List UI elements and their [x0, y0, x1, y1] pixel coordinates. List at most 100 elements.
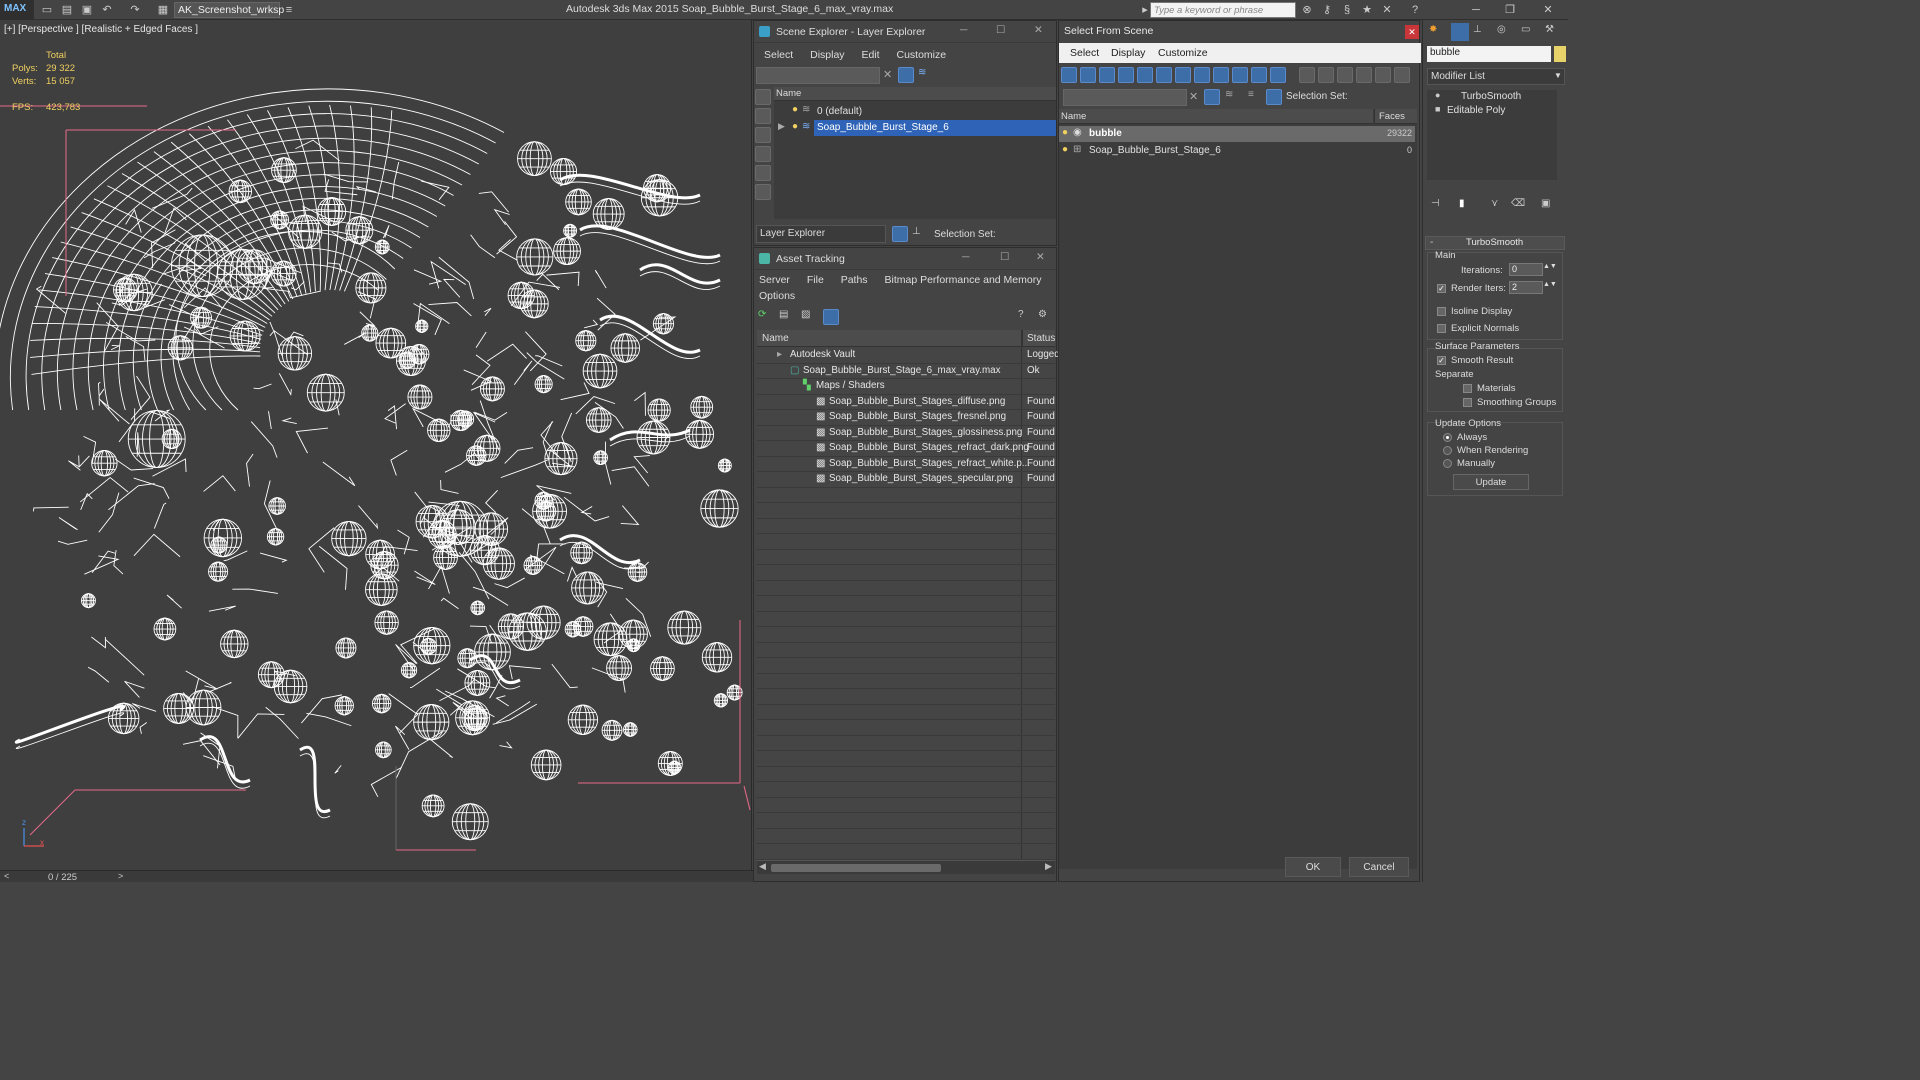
menu-customize[interactable]: Customize — [1158, 47, 1208, 59]
scene-search-input[interactable] — [756, 67, 880, 84]
scroll-right-icon[interactable]: ▶ — [1045, 861, 1052, 872]
light-bulb-icon[interactable]: ● — [792, 121, 798, 132]
remove-modifier-icon[interactable]: ⌫ — [1511, 198, 1525, 209]
close-icon[interactable]: ✕ — [1538, 2, 1558, 18]
filter-icon[interactable] — [1204, 89, 1220, 105]
sfs-search-input[interactable] — [1063, 89, 1187, 106]
help-icon[interactable]: ? — [1018, 309, 1034, 325]
stack-item[interactable]: ■ Editable Poly — [1427, 104, 1557, 118]
display-helpers-icon[interactable] — [755, 184, 771, 200]
menu-file[interactable]: File — [807, 274, 824, 286]
maximize-icon[interactable]: ☐ — [996, 24, 1005, 36]
help-icon[interactable]: ? — [1408, 3, 1422, 17]
display-cameras-icon[interactable] — [755, 165, 771, 181]
menu-display[interactable]: Display — [810, 49, 844, 61]
filter-none-icon[interactable] — [1318, 67, 1334, 83]
perspective-viewport[interactable]: [+] [Perspective ] [Realistic + Edged Fa… — [0, 20, 752, 870]
asset-col-name[interactable]: Name — [757, 330, 1055, 347]
filter-collapse-icon[interactable] — [1394, 67, 1410, 83]
iterations-spinner[interactable]: 0 — [1509, 263, 1543, 276]
filter-hierarchy-icon[interactable] — [1375, 67, 1391, 83]
display-lights-icon[interactable] — [755, 146, 771, 162]
object-row[interactable]: ● ⊞ Soap_Bubble_Burst_Stage_6 0 — [1059, 143, 1415, 159]
new-file-icon[interactable]: ▭ — [40, 3, 54, 17]
asset-tracking-titlebar[interactable]: Asset Tracking ─ ☐ ✕ — [754, 248, 1056, 270]
menu-options[interactable]: Options — [759, 290, 795, 302]
thumbnail-view-icon[interactable]: ▨ — [801, 309, 817, 325]
filter-display-all-icon[interactable] — [1299, 67, 1315, 83]
filter-geometry-icon[interactable] — [1061, 67, 1077, 83]
menu-select[interactable]: Select — [1070, 47, 1099, 59]
filter-containers-icon[interactable] — [1232, 67, 1248, 83]
asset-row[interactable]: ▩ Soap_Bubble_Burst_Stages_glossiness.png… — [757, 426, 1055, 441]
clear-search-icon[interactable]: ✕ — [1189, 90, 1198, 103]
filter-spacewarps-icon[interactable] — [1156, 67, 1172, 83]
isoline-display-checkbox[interactable] — [1437, 307, 1446, 316]
horizontal-scrollbar[interactable]: ◀ ▶ — [757, 860, 1055, 874]
scene-explorer-titlebar[interactable]: Scene Explorer - Layer Explorer ─ ☐ ✕ — [754, 21, 1056, 43]
light-bulb-icon[interactable]: ● — [792, 104, 798, 115]
menu-display[interactable]: Display — [1111, 47, 1145, 59]
app-logo[interactable]: MAX — [0, 0, 34, 20]
close-icon[interactable]: ✕ — [1036, 251, 1045, 263]
table-view-icon[interactable] — [823, 309, 839, 325]
configure-sets-icon[interactable]: ▣ — [1541, 198, 1550, 209]
viewport-label[interactable]: [+] [Perspective ] [Realistic + Edged Fa… — [4, 24, 198, 35]
time-next-button[interactable]: > — [118, 871, 123, 881]
key-icon[interactable]: ⚷ — [1320, 3, 1334, 17]
filter-lights-icon[interactable] — [1099, 67, 1115, 83]
minimize-icon[interactable]: ─ — [962, 251, 969, 263]
minimize-icon[interactable]: ─ — [1466, 2, 1486, 18]
utilities-tab-icon[interactable]: ⚒ — [1545, 24, 1554, 35]
settings-icon[interactable]: ⚙ — [1038, 309, 1054, 325]
object-row-selected[interactable]: ● ◉ bubble 29322 — [1059, 126, 1415, 142]
sfs-col-faces[interactable]: Faces — [1374, 109, 1417, 124]
hierarchy-icon[interactable] — [1266, 89, 1282, 105]
display-tab-icon[interactable]: ▭ — [1521, 24, 1530, 35]
filter-shapes-icon[interactable] — [1080, 67, 1096, 83]
asset-col-status[interactable]: Status — [1022, 330, 1055, 347]
light-bulb-icon[interactable]: ● — [1435, 90, 1440, 100]
filter-frozen-icon[interactable] — [1251, 67, 1267, 83]
filter-icon[interactable] — [898, 67, 914, 83]
light-bulb-icon[interactable]: ● — [1062, 127, 1068, 138]
smooth-result-checkbox[interactable]: ✓ — [1437, 356, 1446, 365]
spinner-arrows-icon[interactable]: ▲▼ — [1543, 281, 1557, 288]
asset-row[interactable]: ▸ Autodesk Vault Logged — [757, 348, 1060, 364]
update-always-radio[interactable] — [1443, 433, 1452, 442]
binoculars-icon[interactable]: ⊗ — [1300, 3, 1314, 17]
ok-button[interactable]: OK — [1285, 857, 1341, 877]
maximize-icon[interactable]: ☐ — [1000, 251, 1009, 263]
save-icon[interactable]: ▣ — [80, 3, 94, 17]
hierarchy-tab-icon[interactable]: ⊥ — [1473, 24, 1482, 35]
materials-checkbox[interactable] — [1463, 384, 1472, 393]
update-manually-radio[interactable] — [1443, 459, 1452, 468]
close-icon[interactable]: ✕ — [1034, 24, 1043, 36]
layers-icon[interactable]: ≡ — [1248, 89, 1264, 105]
list-view-icon[interactable]: ▤ — [779, 309, 795, 325]
scrollbar-thumb[interactable] — [771, 864, 941, 872]
layer-row[interactable]: ▶ ● ≋ Soap_Bubble_Burst_Stage_6 — [774, 120, 1056, 136]
search-input[interactable]: Type a keyword or phrase — [1150, 2, 1296, 18]
smoothing-groups-checkbox[interactable] — [1463, 398, 1472, 407]
redo-icon[interactable]: ↷ — [128, 3, 142, 17]
select-from-scene-title[interactable]: Select From Scene — [1059, 21, 1421, 43]
restore-icon[interactable]: ❐ — [1500, 2, 1520, 18]
asset-row[interactable]: ▩ Soap_Bubble_Burst_Stages_refract_white.… — [757, 457, 1055, 472]
scroll-left-icon[interactable]: ◀ — [759, 861, 766, 872]
favorites-star-icon[interactable]: ★ — [1360, 3, 1374, 17]
render-iters-spinner[interactable]: 2 — [1509, 281, 1543, 294]
stack-item[interactable]: ● TurboSmooth — [1427, 90, 1557, 104]
filter-bones-icon[interactable] — [1213, 67, 1229, 83]
connect-icon[interactable]: § — [1340, 3, 1354, 17]
column-name-header[interactable]: Name — [774, 87, 1056, 101]
render-iters-checkbox[interactable]: ✓ — [1437, 284, 1446, 293]
time-slider[interactable]: < 0 / 225 > — [0, 870, 754, 883]
modify-tab-icon[interactable] — [1451, 23, 1469, 41]
filter-options-icon[interactable] — [1356, 67, 1372, 83]
asset-row[interactable]: ▩ Soap_Bubble_Burst_Stages_diffuse.png Fou… — [757, 395, 1055, 410]
modifier-list-dropdown[interactable]: Modifier List ▼ — [1427, 68, 1565, 85]
project-folder-icon[interactable]: ▦ — [156, 3, 170, 17]
explicit-normals-checkbox[interactable] — [1437, 324, 1446, 333]
motion-tab-icon[interactable]: ◎ — [1497, 24, 1506, 35]
